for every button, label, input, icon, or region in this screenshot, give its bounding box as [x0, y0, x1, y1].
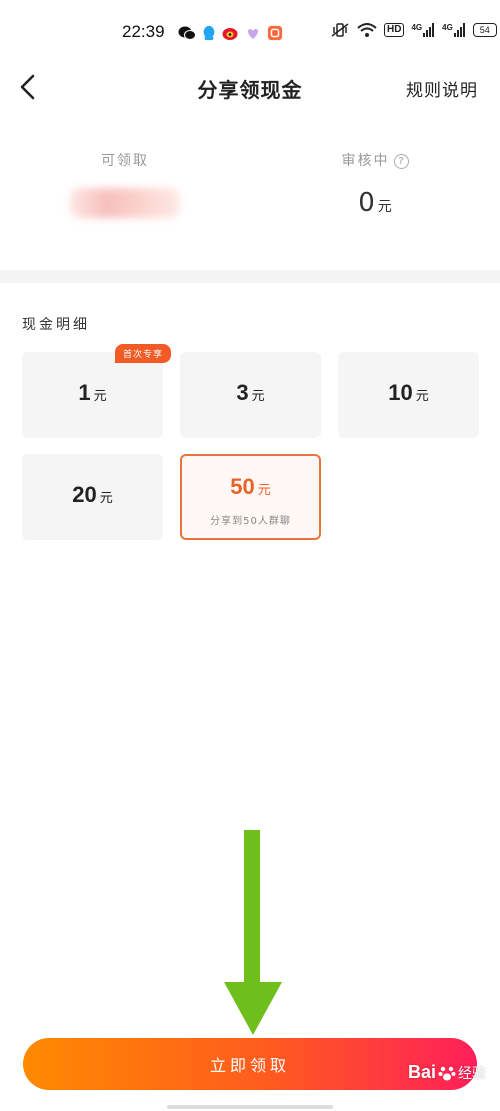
- balance-summary: 可领取 审核中? 0元: [0, 150, 500, 250]
- status-time: 22:39: [122, 22, 165, 41]
- amount-unit: 元: [415, 389, 429, 404]
- section-divider: [0, 270, 500, 283]
- network-label-1: 4G: [411, 23, 423, 32]
- cash-option-1[interactable]: 首次专享 1元: [22, 344, 171, 438]
- battery-indicator: 54: [472, 23, 497, 37]
- cash-section-title: 现金明细: [22, 317, 90, 333]
- wechat-icon: [178, 26, 196, 40]
- status-bar: 22:39 HD 4G 4G 54: [0, 0, 500, 56]
- signal-2: 4G: [442, 23, 466, 37]
- cash-option-3[interactable]: 3元: [180, 352, 321, 438]
- signal-bars-icon: [423, 23, 435, 37]
- amount-value: 20: [72, 482, 97, 507]
- reviewing-column: 审核中? 0元: [250, 150, 500, 218]
- cash-option-amount: 20 元: [22, 482, 163, 508]
- vibrate-mute-icon: [331, 23, 349, 37]
- rules-link[interactable]: 规则说明: [406, 76, 478, 101]
- notification-icons: [178, 22, 284, 44]
- first-time-tag: 首次专享: [114, 344, 171, 363]
- wifi-icon: [357, 23, 377, 37]
- heart-app-icon: [248, 29, 258, 39]
- cash-option-amount: 50 元: [182, 474, 319, 500]
- amount-value: 10: [388, 380, 413, 405]
- cash-option-amount: 1元: [22, 380, 163, 406]
- cash-option-20[interactable]: 20 元: [22, 454, 163, 540]
- blurred-amount: [70, 188, 180, 218]
- cash-option-10[interactable]: 10 元: [338, 352, 479, 438]
- baidu-watermark: Bai 经验: [408, 1062, 486, 1083]
- reviewing-amount: 0: [358, 188, 375, 218]
- reviewing-unit: 元: [377, 199, 392, 215]
- system-status: HD 4G 4G 54: [330, 22, 497, 38]
- amount-unit: 元: [257, 483, 271, 498]
- hd-badge: HD: [384, 23, 405, 37]
- amount-unit: 元: [93, 389, 107, 404]
- watermark-brand: Bai: [407, 1062, 436, 1082]
- app-icon: [267, 25, 283, 41]
- down-arrow-annotation-icon: [224, 830, 282, 1035]
- home-indicator[interactable]: [167, 1105, 333, 1109]
- help-icon[interactable]: ?: [393, 154, 409, 169]
- available-value: [0, 188, 250, 225]
- network-label-2: 4G: [442, 23, 453, 32]
- amount-value: 1: [78, 380, 91, 405]
- reviewing-label: 审核中?: [250, 150, 500, 170]
- cash-option-amount: 10 元: [338, 380, 479, 406]
- watermark-sub: 经验: [458, 1064, 486, 1081]
- cash-option-amount: 3元: [180, 380, 321, 406]
- amount-unit: 元: [99, 491, 113, 506]
- reviewing-label-text: 审核中: [341, 153, 390, 169]
- amount-unit: 元: [251, 389, 265, 404]
- cash-option-50[interactable]: 50 元 分享到50人群聊: [180, 454, 321, 540]
- signal-1: 4G: [411, 23, 435, 37]
- paw-icon: [438, 1066, 456, 1080]
- signal-bars-icon: [453, 23, 465, 37]
- cash-option-condition: 分享到50人群聊: [210, 516, 291, 527]
- available-column: 可领取: [0, 150, 250, 225]
- amount-value: 50: [230, 474, 255, 499]
- amount-value: 3: [236, 380, 249, 405]
- reviewing-value: 0元: [250, 188, 500, 218]
- qq-icon: [203, 25, 215, 41]
- weibo-icon: [222, 28, 238, 40]
- page-header: 分享领现金 规则说明: [0, 62, 500, 114]
- available-label: 可领取: [101, 153, 149, 169]
